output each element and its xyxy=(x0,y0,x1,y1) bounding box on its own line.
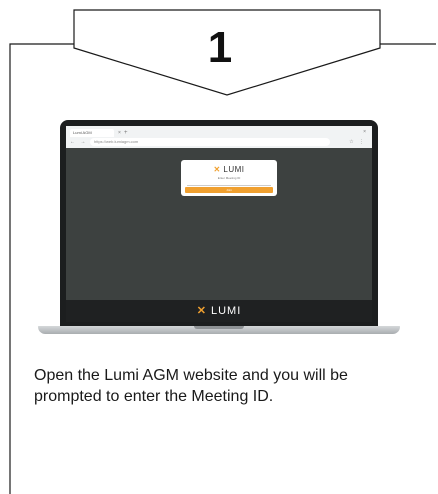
lumi-logo-text: LUMI xyxy=(223,165,245,174)
step-card: 1 Lumi AGM × + × ← → ⟳ https://web.lumia… xyxy=(0,0,438,494)
tab-close-icon[interactable]: × xyxy=(118,129,121,137)
lumi-x-icon: ✕ xyxy=(213,165,221,174)
meeting-id-input[interactable] xyxy=(187,181,271,186)
step-number: 1 xyxy=(207,23,233,72)
laptop-bezel: Lumi AGM × + × ← → ⟳ https://web.lumiagm… xyxy=(60,120,378,326)
laptop-illustration: Lumi AGM × + × ← → ⟳ https://web.lumiagm… xyxy=(38,120,400,340)
step-description: Open the Lumi AGM website and you will b… xyxy=(34,367,348,405)
footer-lumi-x-icon: ✕ xyxy=(196,305,207,317)
join-button[interactable]: Join xyxy=(185,187,273,193)
footer-lumi-logo: ✕ LUMI xyxy=(66,305,372,317)
laptop-base-notch xyxy=(194,326,244,329)
new-tab-icon[interactable]: + xyxy=(124,129,128,137)
meeting-id-prompt: Enter Meeting ID xyxy=(217,176,241,180)
window-close-icon[interactable]: × xyxy=(363,128,366,136)
laptop-base xyxy=(38,326,400,334)
laptop-screen: Lumi AGM × + × ← → ⟳ https://web.lumiagm… xyxy=(66,126,372,322)
lumi-logo: ✕ LUMI xyxy=(181,165,277,174)
screen-footer: ✕ LUMI xyxy=(66,300,372,322)
address-bar[interactable]: https://web.lumiagm.com xyxy=(90,138,330,146)
browser-tab[interactable]: Lumi AGM xyxy=(70,129,114,137)
browser-chrome: Lumi AGM × + × ← → ⟳ https://web.lumiagm… xyxy=(66,126,372,148)
browser-toolbar-icons[interactable]: ☆ ⋮ xyxy=(349,138,366,146)
meeting-login-card: ✕ LUMI Enter Meeting ID Join xyxy=(181,160,277,196)
footer-lumi-logo-text: LUMI xyxy=(211,305,242,317)
